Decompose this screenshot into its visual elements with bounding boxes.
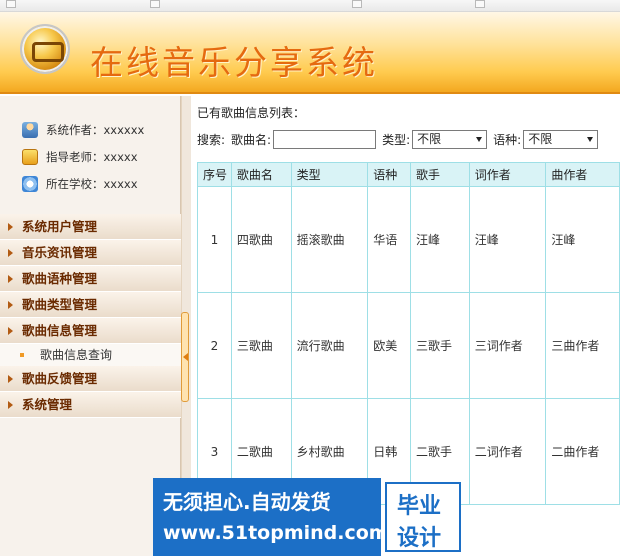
type-label: 类型: <box>382 133 411 147</box>
column-header: 歌曲名 <box>230 162 292 187</box>
info-author: 系统作者：xxxxxx <box>22 116 144 143</box>
song-table: 序号 歌曲名 类型 语种 歌手 词作者 曲作者 1 四歌曲 摇滚歌曲 华语 汪峰… <box>197 162 620 505</box>
column-header: 序号 <box>197 162 232 187</box>
site-title: 在线音乐分享系统 <box>90 43 378 82</box>
table-cell: 三歌曲 <box>230 292 292 399</box>
table-row: 2 三歌曲 流行歌曲 欧美 三歌手 三词作者 三曲作者 <box>197 292 620 399</box>
watermark-badge-line1: 毕业 <box>397 494 442 519</box>
browser-top-strip <box>0 0 620 12</box>
table-cell: 欧美 <box>367 292 412 399</box>
column-header: 词作者 <box>468 162 547 187</box>
tab-icon <box>150 0 160 8</box>
info-school-text: 所在学校：xxxxx <box>46 176 138 191</box>
table-cell: 三歌手 <box>410 292 470 399</box>
nav-type-management[interactable]: 歌曲类型管理 <box>0 292 181 318</box>
column-header: 语种 <box>367 162 412 187</box>
table-cell: 汪峰 <box>545 186 620 293</box>
search-bar: 搜索: 歌曲名: 类型: 不限 语种: 不限 <box>197 130 599 149</box>
site-logo-icon <box>20 24 70 74</box>
tab-icon <box>475 0 485 8</box>
table-cell: 汪峰 <box>468 186 547 293</box>
watermark-badge: 毕业 设计 <box>385 482 461 552</box>
language-label: 语种: <box>493 133 522 147</box>
nav-language-management[interactable]: 歌曲语种管理 <box>0 266 181 292</box>
table-cell: 汪峰 <box>410 186 470 293</box>
type-select[interactable]: 不限 <box>412 130 488 149</box>
watermark: 无须担心.自动发货 www.51topmind.com 毕业 设计 <box>153 478 463 556</box>
song-name-input[interactable] <box>273 130 377 149</box>
song-name-label: 歌曲名: <box>231 133 272 147</box>
info-teacher-text: 指导老师：xxxxx <box>46 149 138 164</box>
table-cell: 三词作者 <box>468 292 547 399</box>
table-cell: 2 <box>197 292 232 399</box>
table-cell: 1 <box>197 186 232 293</box>
teacher-icon <box>22 148 38 165</box>
table-cell: 二曲作者 <box>545 398 620 505</box>
type-select-value: 不限 <box>417 132 442 146</box>
table-cell: 三曲作者 <box>545 292 620 399</box>
sidebar-nav: 系统用户管理 音乐资讯管理 歌曲语种管理 歌曲类型管理 歌曲信息管理 歌曲信息查… <box>0 214 181 418</box>
watermark-badge-line2: 设计 <box>397 526 442 551</box>
column-header: 歌手 <box>410 162 470 187</box>
table-cell: 摇滚歌曲 <box>290 186 369 293</box>
search-label: 搜索: <box>197 133 226 147</box>
site-header: 在线音乐分享系统 <box>0 12 620 94</box>
nav-song-management[interactable]: 歌曲信息管理 <box>0 318 181 344</box>
info-teacher: 指导老师：xxxxx <box>22 143 144 170</box>
tab-icon <box>6 0 16 8</box>
sidebar-info: 系统作者：xxxxxx 指导老师：xxxxx 所在学校：xxxxx <box>22 116 144 197</box>
column-header: 类型 <box>290 162 369 187</box>
list-title: 已有歌曲信息列表： <box>197 106 306 120</box>
table-row: 1 四歌曲 摇滚歌曲 华语 汪峰 汪峰 汪峰 <box>197 186 620 293</box>
column-header: 曲作者 <box>545 162 620 187</box>
table-cell: 四歌曲 <box>230 186 292 293</box>
school-icon <box>22 175 38 192</box>
nav-song-query[interactable]: 歌曲信息查询 <box>0 344 181 366</box>
info-author-text: 系统作者：xxxxxx <box>46 122 145 137</box>
watermark-banner: 无须担心.自动发货 www.51topmind.com <box>153 478 389 556</box>
collapse-sidebar-icon[interactable] <box>181 312 189 402</box>
user-icon <box>22 121 38 138</box>
table-cell: 二词作者 <box>468 398 547 505</box>
nav-news-management[interactable]: 音乐资讯管理 <box>0 240 181 266</box>
table-header-row: 序号 歌曲名 类型 语种 歌手 词作者 曲作者 <box>197 162 620 187</box>
table-cell: 华语 <box>367 186 412 293</box>
language-select-value: 不限 <box>528 132 553 146</box>
watermark-line1: 无须担心.自动发货 <box>163 490 331 514</box>
language-select[interactable]: 不限 <box>523 130 599 149</box>
nav-feedback-management[interactable]: 歌曲反馈管理 <box>0 366 181 392</box>
nav-system-management[interactable]: 系统管理 <box>0 392 181 418</box>
nav-user-management[interactable]: 系统用户管理 <box>0 214 181 240</box>
table-cell: 流行歌曲 <box>290 292 369 399</box>
tab-icon <box>352 0 362 8</box>
watermark-url: www.51topmind.com <box>163 522 389 544</box>
info-school: 所在学校：xxxxx <box>22 170 144 197</box>
